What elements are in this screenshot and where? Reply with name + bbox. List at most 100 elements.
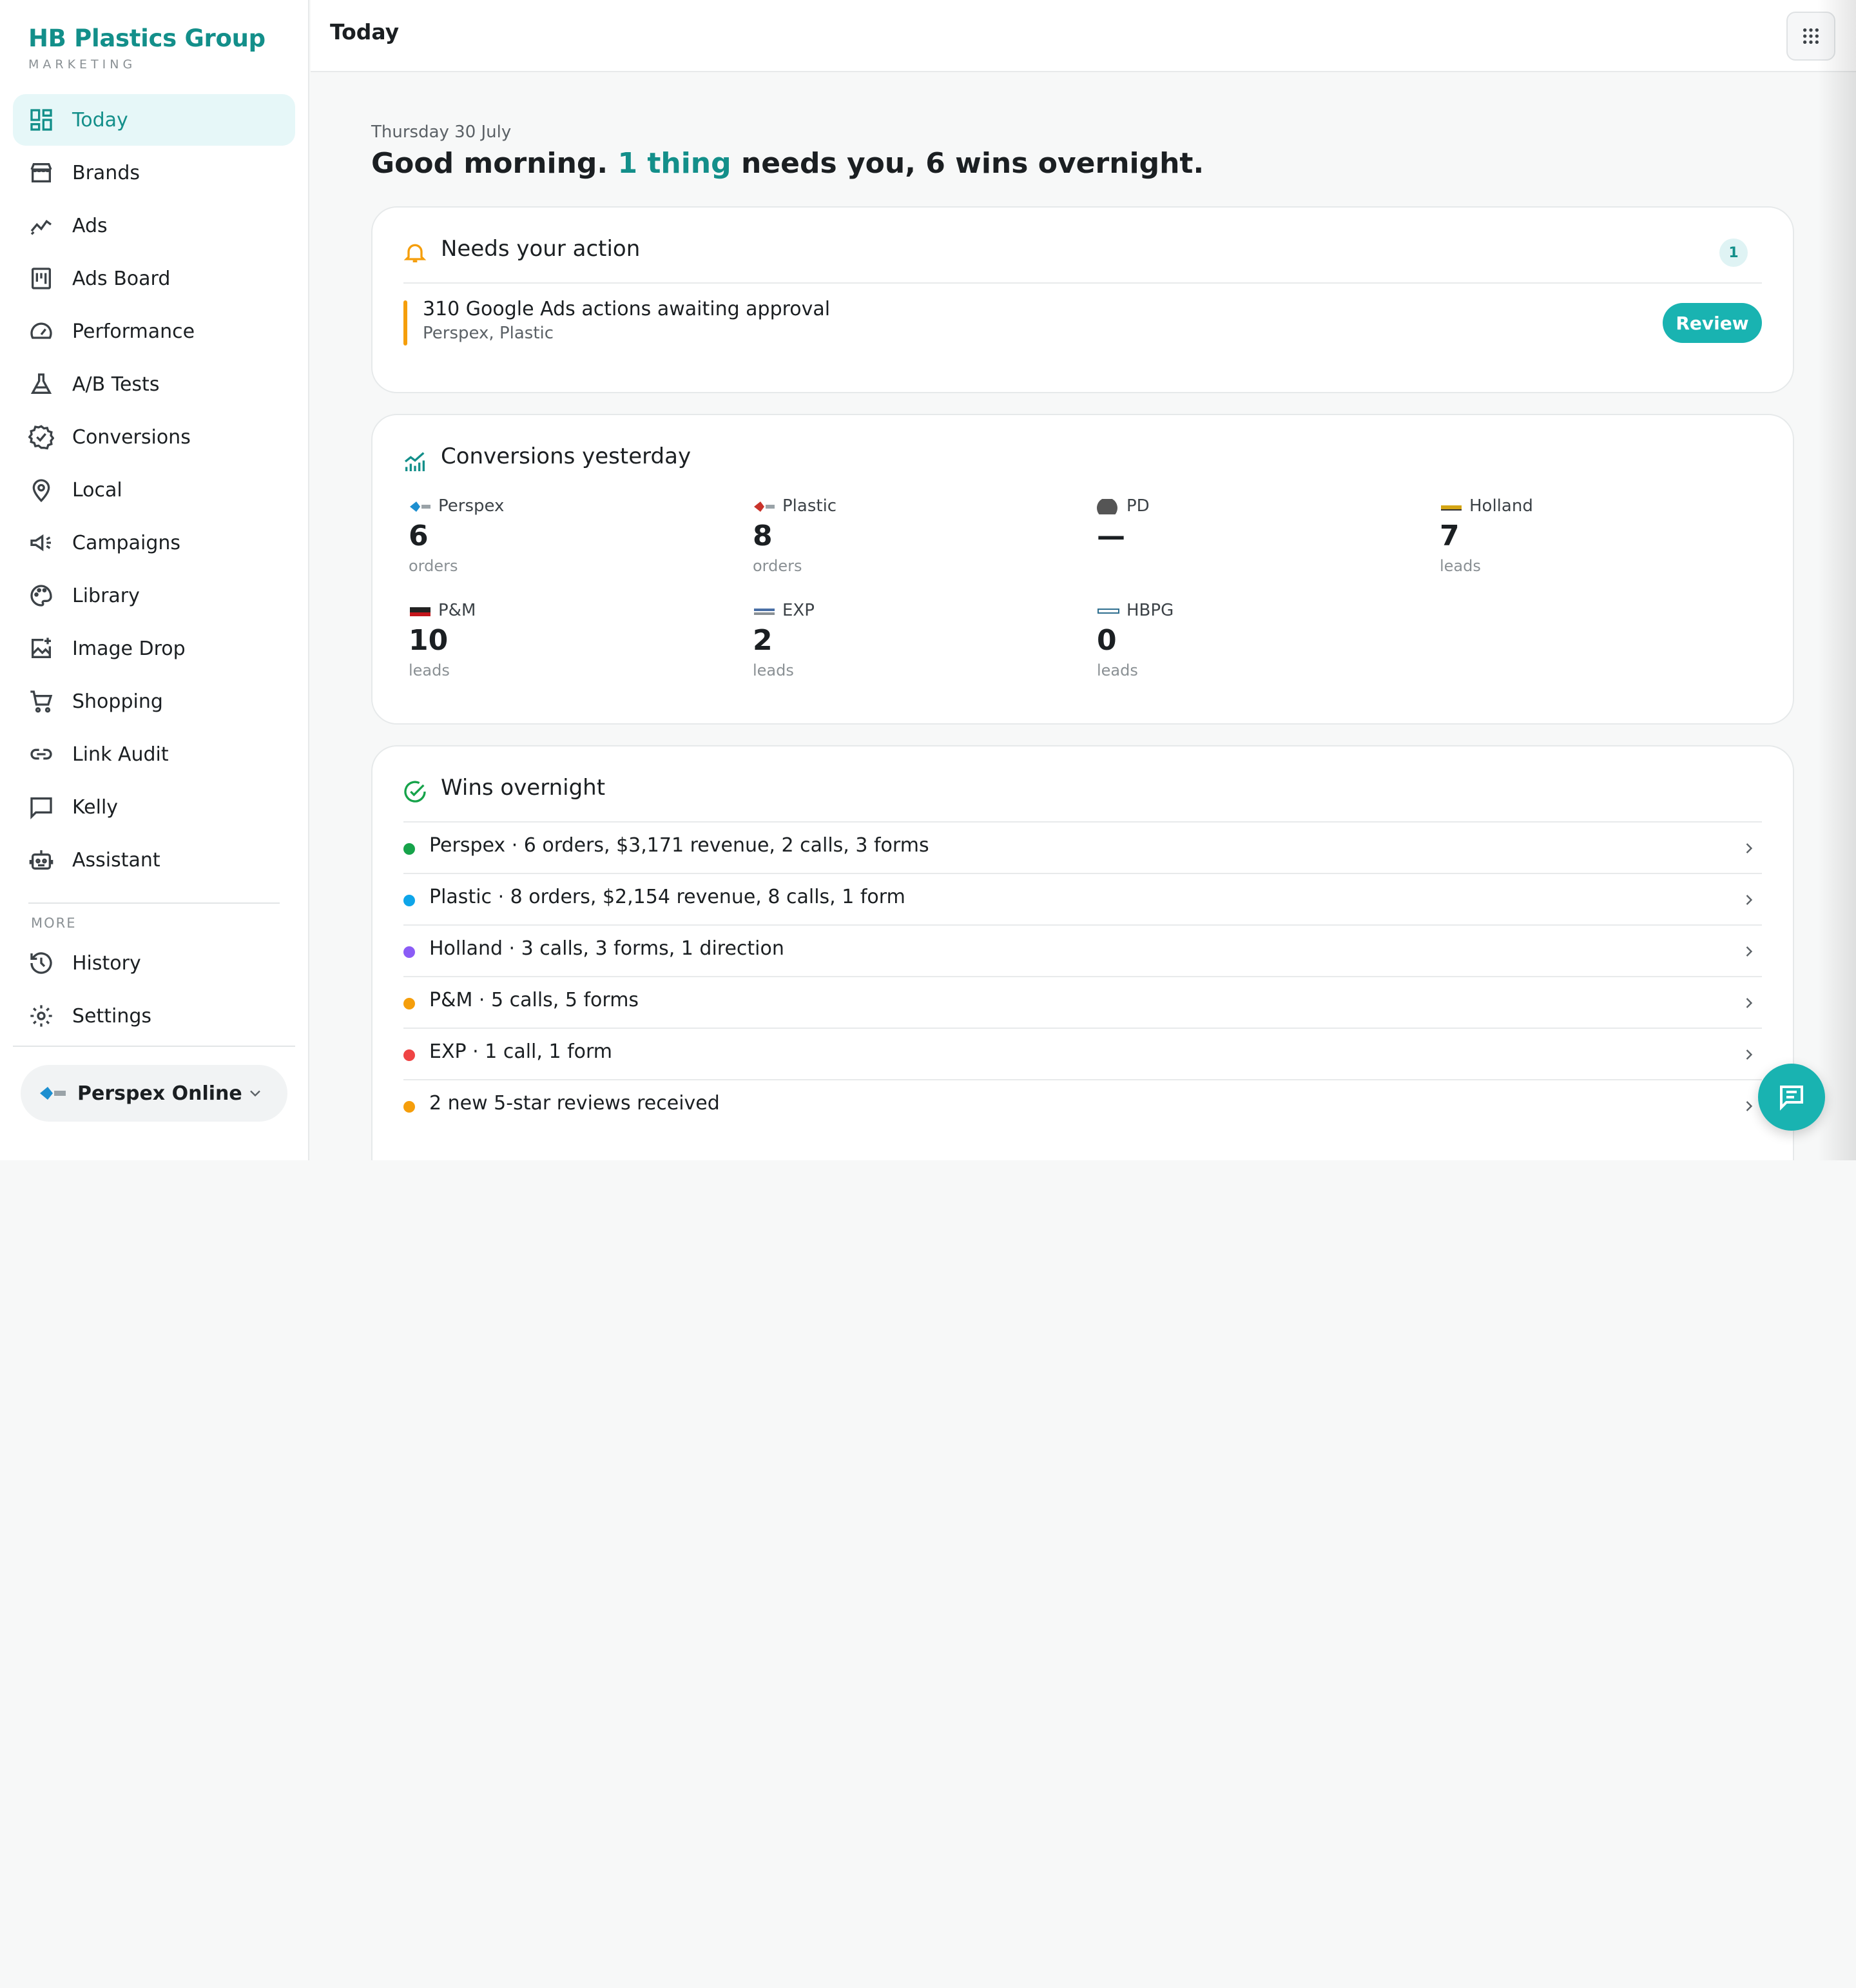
status-dot <box>403 946 415 958</box>
win-item-text: Holland · 3 calls, 3 forms, 1 direction <box>429 937 784 960</box>
status-dot <box>403 998 415 1009</box>
chart-bars-icon <box>404 452 425 471</box>
wins-card: Wins overnight Perspex · 6 orders, $3,17… <box>371 745 1794 1160</box>
greeting-highlight[interactable]: 1 thing <box>617 147 731 180</box>
org-divider <box>13 1046 295 1047</box>
action-count-badge: 1 <box>1719 239 1748 267</box>
sidebar-item-label: Link Audit <box>72 743 169 766</box>
hbpg-logo-icon <box>1097 609 1119 614</box>
image-add-icon <box>32 638 51 658</box>
conversion-value: 8 <box>753 520 773 552</box>
sidebar-item-link-audit[interactable]: Link Audit <box>13 728 295 780</box>
check-circle-icon <box>404 781 426 803</box>
sidebar-item-performance[interactable]: Performance <box>13 306 295 357</box>
win-item[interactable]: Plastic · 8 orders, $2,154 revenue, 8 ca… <box>403 873 1762 924</box>
sidebar-item-label: Library <box>72 584 140 607</box>
greeting-prefix: Good morning. <box>371 147 608 180</box>
conversion-value: 10 <box>409 624 449 657</box>
exp-logo-icon <box>754 609 775 615</box>
wins-card-title: Wins overnight <box>441 775 606 801</box>
bell-icon <box>403 244 427 262</box>
conversion-brand-name: HBPG <box>1126 601 1174 620</box>
conversion-pd[interactable]: PD — <box>1097 496 1419 593</box>
org-switcher[interactable]: Perspex Online <box>21 1065 287 1122</box>
win-item[interactable]: Perspex · 6 orders, $3,171 revenue, 2 ca… <box>403 821 1762 873</box>
sidebar-item-campaigns[interactable]: Campaigns <box>13 517 295 569</box>
conversion-brand-name: P&M <box>438 601 476 620</box>
conversion-hbpg[interactable]: HBPG 0 leads <box>1097 601 1419 697</box>
history-icon <box>30 952 52 974</box>
gauge-icon <box>30 322 52 339</box>
sidebar-item-ads-board[interactable]: Ads Board <box>13 253 295 304</box>
conversion-holland[interactable]: Holland 7 leads <box>1440 496 1762 593</box>
pd-logo-icon <box>1097 499 1117 514</box>
sidebar-item-shopping[interactable]: Shopping <box>13 676 295 727</box>
more-heading: MORE <box>31 915 77 931</box>
status-dot <box>403 895 415 906</box>
win-item[interactable]: EXP · 1 call, 1 form <box>403 1028 1762 1079</box>
chevron-right-icon <box>1746 1049 1753 1060</box>
sidebar-item-assistant[interactable]: Assistant <box>13 834 295 886</box>
conversion-brand-name: EXP <box>782 601 815 620</box>
board-icon <box>32 268 51 289</box>
chat-icon <box>30 797 52 820</box>
brand: HB Plastics Group MARKETING <box>28 24 266 72</box>
robot-icon <box>29 850 53 870</box>
pm-logo-icon <box>410 607 430 616</box>
chat-fab-button[interactable] <box>1758 1064 1825 1131</box>
conversion-plastic[interactable]: Plastic 8 orders <box>753 496 1075 593</box>
conversion-exp[interactable]: EXP 2 leads <box>753 601 1075 697</box>
action-item-indicator <box>403 300 407 346</box>
sidebar-item-label: Ads Board <box>72 267 171 290</box>
action-card-title: Needs your action <box>441 236 641 262</box>
sidebar-item-label: Ads <box>72 214 108 237</box>
sidebar-item-label: Conversions <box>72 425 191 449</box>
sidebar-item-today[interactable]: Today <box>13 94 295 146</box>
review-button[interactable]: Review <box>1663 303 1762 343</box>
sidebar-item-label: Shopping <box>72 690 163 713</box>
top-bar: Today <box>311 0 1856 72</box>
holland-logo-icon <box>1441 505 1462 511</box>
status-dot <box>403 1101 415 1113</box>
conversion-value: 2 <box>753 624 773 657</box>
sidebar-item-label: A/B Tests <box>72 373 160 396</box>
sidebar-item-ab-tests[interactable]: A/B Tests <box>13 358 295 410</box>
dashboard-icon <box>30 109 52 131</box>
win-item-text: Plastic · 8 orders, $2,154 revenue, 8 ca… <box>429 886 905 908</box>
greeting-suffix: needs you, 6 wins overnight. <box>740 147 1204 180</box>
conversion-pm[interactable]: P&M 10 leads <box>409 601 731 697</box>
sidebar-item-brands[interactable]: Brands <box>13 147 295 199</box>
conversion-perspex[interactable]: Perspex 6 orders <box>409 496 731 593</box>
sidebar-item-image-drop[interactable]: Image Drop <box>13 623 295 674</box>
sidebar-item-conversions[interactable]: Conversions <box>13 411 295 463</box>
chevron-right-icon <box>1746 895 1753 905</box>
win-item[interactable]: 2 new 5-star reviews received <box>403 1079 1762 1131</box>
sidebar-item-history[interactable]: History <box>13 937 295 989</box>
sidebar-item-kelly[interactable]: Kelly <box>13 781 295 833</box>
palette-icon <box>30 585 52 607</box>
conversion-unit: leads <box>1440 557 1481 575</box>
store-icon <box>30 163 52 182</box>
sidebar-item-label: Brands <box>72 161 140 184</box>
action-item-subtitle: Perspex, Plastic <box>423 324 554 343</box>
sidebar-item-label: Performance <box>72 320 195 343</box>
sidebar-item-label: Today <box>72 108 128 132</box>
sidebar-item-label: Settings <box>72 1004 152 1028</box>
win-item[interactable]: Holland · 3 calls, 3 forms, 1 direction <box>403 924 1762 976</box>
sidebar-item-settings[interactable]: Settings <box>13 990 295 1042</box>
sidebar-item-library[interactable]: Library <box>13 570 295 621</box>
conversion-brand-name: Holland <box>1469 496 1533 516</box>
win-item[interactable]: P&M · 5 calls, 5 forms <box>403 976 1762 1028</box>
sidebar-item-local[interactable]: Local <box>13 464 295 516</box>
edge-shadow <box>1817 0 1856 1160</box>
sidebar-item-ads[interactable]: Ads <box>13 200 295 251</box>
message-icon <box>1780 1086 1803 1111</box>
conversions-card: Conversions yesterday Perspex 6 orders P… <box>371 414 1794 725</box>
conversion-unit: orders <box>753 557 802 575</box>
sidebar-item-label: Image Drop <box>72 637 186 660</box>
brand-name: HB Plastics Group <box>28 24 266 52</box>
chevron-right-icon <box>1746 1101 1753 1111</box>
conversion-brand-name: Plastic <box>782 496 837 516</box>
conversion-unit: orders <box>409 557 458 575</box>
page-title: Today <box>330 19 400 44</box>
